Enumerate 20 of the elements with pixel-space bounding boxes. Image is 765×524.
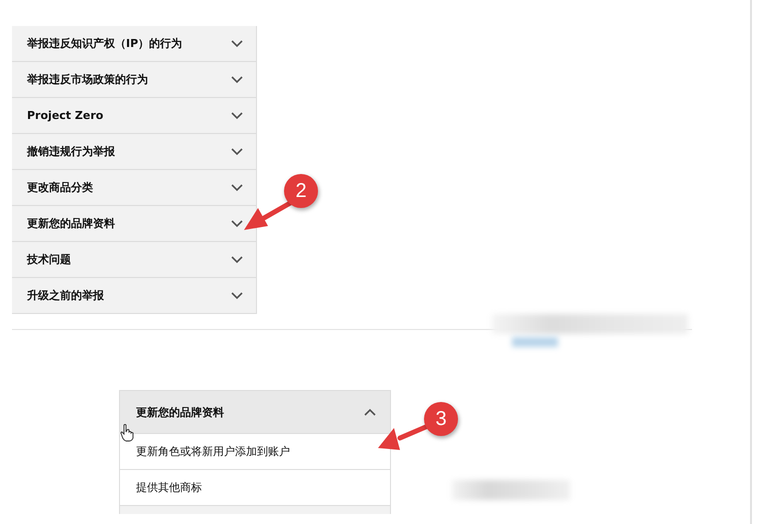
chevron-down-icon <box>231 76 243 84</box>
accordion-header[interactable]: 更新您的品牌资料 <box>120 391 390 434</box>
chevron-down-icon <box>231 220 243 228</box>
accordion-item[interactable]: 更改商品分类 <box>12 170 256 206</box>
accordion-item[interactable]: 举报违反市场政策的行为 <box>12 62 256 98</box>
annotation-badge: 2 <box>284 174 318 208</box>
accordion-item[interactable]: 撤销违规行为举报 <box>12 134 256 170</box>
chevron-down-icon <box>231 40 243 48</box>
accordion-item[interactable]: 举报违反知识产权（IP）的行为 <box>12 26 256 62</box>
chevron-down-icon <box>231 112 243 120</box>
accordion-item[interactable]: Project Zero <box>12 98 256 134</box>
accordion-item[interactable]: 技术问题 <box>12 242 256 278</box>
chevron-down-icon <box>231 148 243 156</box>
chevron-down-icon <box>231 292 243 300</box>
blurred-area <box>512 337 558 347</box>
annotation-badge: 3 <box>424 402 458 436</box>
chevron-up-icon <box>364 408 376 416</box>
chevron-down-icon <box>231 256 243 264</box>
chevron-down-icon <box>231 184 243 192</box>
accordion-item[interactable]: 升级之前的举报 <box>12 278 256 314</box>
